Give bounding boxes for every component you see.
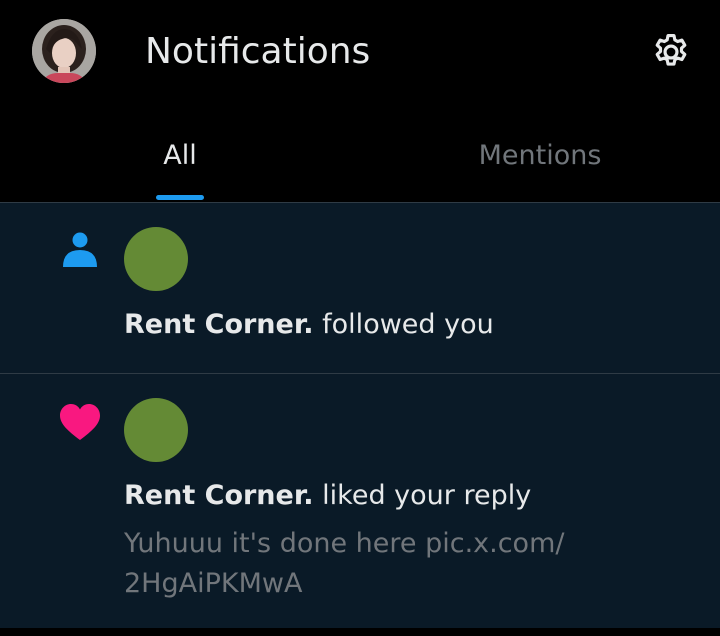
tab-mentions-label: Mentions xyxy=(478,140,602,171)
actor-avatar[interactable] xyxy=(124,398,188,462)
tab-all[interactable]: All xyxy=(0,108,360,202)
actor-name[interactable]: Rent Corner. xyxy=(124,309,314,340)
notification-action: followed you xyxy=(313,309,494,340)
settings-button[interactable] xyxy=(648,29,694,75)
notification-text: Rent Corner. liked your reply xyxy=(124,478,531,514)
page-title: Notifications xyxy=(145,31,371,72)
notification-text: Rent Corner. followed you xyxy=(124,307,494,343)
person-icon xyxy=(63,232,97,267)
actor-avatar[interactable] xyxy=(124,227,188,291)
profile-avatar[interactable] xyxy=(32,19,96,83)
notification-tabs: All Mentions xyxy=(0,108,720,202)
tab-mentions[interactable]: Mentions xyxy=(360,108,720,202)
notifications-list: Rent Corner. followed you Rent Corner. l… xyxy=(0,203,720,636)
tab-all-label: All xyxy=(163,140,197,171)
reply-snippet-line: Yuhuuu it's done here pic.x.com/ xyxy=(124,528,565,559)
notification-item-follow[interactable]: Rent Corner. followed you xyxy=(0,203,720,373)
notification-action: liked your reply xyxy=(313,480,532,511)
active-tab-indicator xyxy=(156,195,204,200)
avatar-image xyxy=(32,19,96,83)
reply-snippet: Yuhuuu it's done here pic.x.com/ 2HgAiPK… xyxy=(124,524,624,604)
top-app-bar: Notifications xyxy=(0,0,720,108)
notification-item-like[interactable]: Rent Corner. liked your reply Yuhuuu it'… xyxy=(0,374,720,627)
reply-snippet-line: 2HgAiPKMwA xyxy=(124,568,303,599)
actor-name[interactable]: Rent Corner. xyxy=(124,480,314,511)
heart-icon xyxy=(60,404,100,440)
gear-icon xyxy=(655,33,687,66)
bottom-edge xyxy=(0,628,720,636)
